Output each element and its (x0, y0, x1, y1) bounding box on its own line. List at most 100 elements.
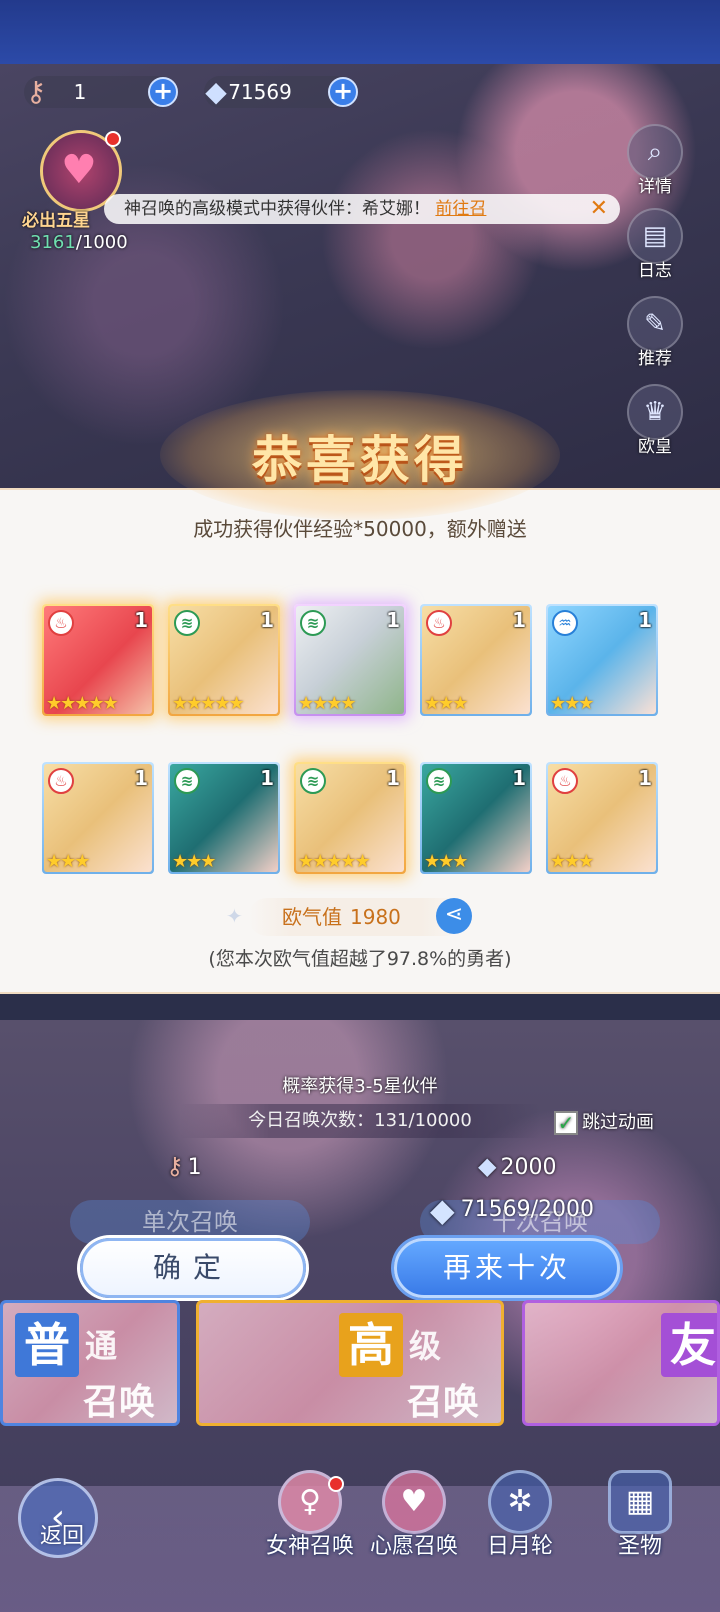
reward-card[interactable]: ♨ 1 ★★★★★ (42, 604, 154, 716)
luck-label: 欧气值 (282, 905, 342, 929)
ticket-counter: ⚷ 1 + (24, 75, 178, 108)
add-ticket-button[interactable]: + (148, 77, 178, 107)
share-icon[interactable]: ⋖ (436, 898, 472, 934)
luck-value: 1980 (350, 905, 401, 929)
reward-card[interactable]: ≋ 1 ★★★ (168, 762, 280, 874)
fire-element-icon: ♨ (552, 768, 578, 794)
wind-element-icon: ≋ (300, 610, 326, 636)
heart-icon: ♥ (61, 147, 97, 193)
reward-card[interactable]: ♨ 1 ★★★ (42, 762, 154, 874)
fire-element-icon: ♨ (48, 768, 74, 794)
luck-note: (您本次欧气值超越了97.8%的勇者) (208, 948, 512, 970)
star-rating: ★★★ (550, 693, 594, 714)
nav-goddess-summon[interactable]: ♀ 女神召唤 (250, 1470, 370, 1560)
today-count: 今日召唤次数：131/10000 (180, 1104, 540, 1138)
star-rating: ★★★ (46, 851, 90, 872)
card-count: 1 (638, 608, 652, 632)
reward-card[interactable]: ≋ 1 ★★★★★ (294, 762, 406, 874)
result-title: 恭喜获得 (252, 431, 468, 489)
compass-icon: ✲ (488, 1470, 552, 1534)
single-cost-value: 1 (187, 1155, 202, 1180)
fire-element-icon: ♨ (48, 610, 74, 636)
star-rating: ★★★★★ (298, 851, 371, 872)
top-band (0, 0, 720, 64)
card-count: 1 (260, 608, 274, 632)
summon-again-button[interactable]: 再来十次 (394, 1238, 620, 1298)
star-rating: ★★★ (424, 851, 468, 872)
ticket-value: 1 (73, 80, 87, 104)
star-rating: ★★★ (172, 851, 216, 872)
details-button[interactable]: ⌕ 详情 (624, 124, 686, 197)
announcement-ticker: 神召唤的高级模式中获得伙伴：希艾娜！ 前往召 ✕ (104, 194, 620, 224)
star-rating: ★★★★★ (46, 693, 119, 714)
result-subtitle: 成功获得伙伴经验*50000，额外赠送 (193, 517, 527, 541)
banner-normal-summon[interactable]: 普 通 召唤 (0, 1300, 180, 1426)
banner-friend-summon[interactable]: 友 (522, 1300, 720, 1426)
star-rating: ★★★ (424, 693, 468, 714)
banner-bottom-text: 召唤 (407, 1382, 480, 1423)
banner-top-char: 级 (409, 1327, 442, 1365)
reward-card[interactable]: ♨ 1 ★★★ (420, 604, 532, 716)
skip-label: 跳过动画 (582, 1112, 654, 1133)
luck-value-pill: 欧气值 1980 (248, 898, 464, 936)
reward-card[interactable]: ≋ 1 ★★★★ (294, 604, 406, 716)
ticker-link[interactable]: 前往召 (435, 199, 486, 219)
guarantee-label: 必出五星 (22, 211, 90, 231)
checkbox-checked-icon: ✓ (554, 1111, 578, 1135)
sparkle-icon: ✦ (226, 904, 243, 928)
ticker-text: 神召唤的高级模式中获得伙伴：希艾娜！ (124, 199, 430, 219)
ten-cost: ◆ 2000 (478, 1152, 556, 1180)
details-label: 详情 (638, 177, 672, 197)
rate-text: 概率获得3-5星伙伴 (282, 1076, 438, 1097)
single-cost: ⚷ 1 (166, 1152, 202, 1180)
guarantee-progress: 3161/1000 (30, 232, 128, 253)
nav-label: 日月轮 (486, 1534, 553, 1559)
card-count: 1 (134, 766, 148, 790)
ten-cost-value: 2000 (500, 1155, 557, 1180)
add-gem-button[interactable]: + (328, 77, 358, 107)
log-label: 日志 (638, 261, 672, 281)
wind-element-icon: ≋ (300, 768, 326, 794)
wind-element-icon: ≋ (174, 768, 200, 794)
card-count: 1 (512, 608, 526, 632)
recommend-label: 推荐 (638, 349, 672, 369)
notification-dot (105, 131, 121, 147)
water-element-icon: ♒ (552, 610, 578, 636)
banner-top-char: 通 (85, 1327, 118, 1365)
banner-big-char: 高 (339, 1313, 403, 1377)
fire-element-icon: ♨ (426, 610, 452, 636)
guarantee-total: /1000 (75, 232, 128, 253)
gem-balance: ◆ 71569/2000 (430, 1190, 594, 1230)
gem-icon: ◆ (478, 1152, 497, 1180)
reward-card[interactable]: ≋ 1 ★★★★★ (168, 604, 280, 716)
log-button[interactable]: ▤ 日志 (624, 208, 686, 281)
close-icon[interactable]: ✕ (590, 194, 608, 224)
nav-relic[interactable]: ▦ 圣物 (580, 1470, 700, 1560)
banner-advanced-summon[interactable]: 高 级 召唤 (196, 1300, 504, 1426)
confirm-button[interactable]: 确定 (80, 1238, 306, 1298)
reward-card[interactable]: ♨ 1 ★★★ (546, 762, 658, 874)
recommend-button[interactable]: ✎ 推荐 (624, 296, 686, 369)
star-rating: ★★★ (550, 851, 594, 872)
back-label[interactable]: 返回 (40, 1518, 84, 1550)
heart-icon: ♥ (382, 1470, 446, 1534)
star-rating: ★★★★★ (172, 693, 245, 714)
guarantee-current: 3161 (30, 232, 76, 253)
reward-card[interactable]: ♒ 1 ★★★ (546, 604, 658, 716)
card-count: 1 (638, 766, 652, 790)
gem-value: 71569 (228, 80, 292, 104)
card-count: 1 (260, 766, 274, 790)
banner-big-char: 友 (661, 1313, 717, 1377)
nav-wish-summon[interactable]: ♥ 心愿召唤 (354, 1470, 474, 1560)
nav-sun-moon-wheel[interactable]: ✲ 日月轮 (460, 1470, 580, 1560)
relic-icon: ▦ (608, 1470, 672, 1534)
wind-element-icon: ≋ (174, 610, 200, 636)
reward-card[interactable]: ≋ 1 ★★★ (420, 762, 532, 874)
card-count: 1 (512, 766, 526, 790)
notification-dot (328, 1476, 344, 1492)
banner-bottom-text: 召唤 (83, 1382, 156, 1423)
gem-balance-value: 71569/2000 (460, 1197, 594, 1222)
skip-animation-toggle[interactable]: ✓ 跳过动画 (554, 1108, 654, 1135)
summon-ticket-icon: ⚷ (166, 1152, 184, 1180)
nav-label: 心愿召唤 (369, 1534, 458, 1559)
